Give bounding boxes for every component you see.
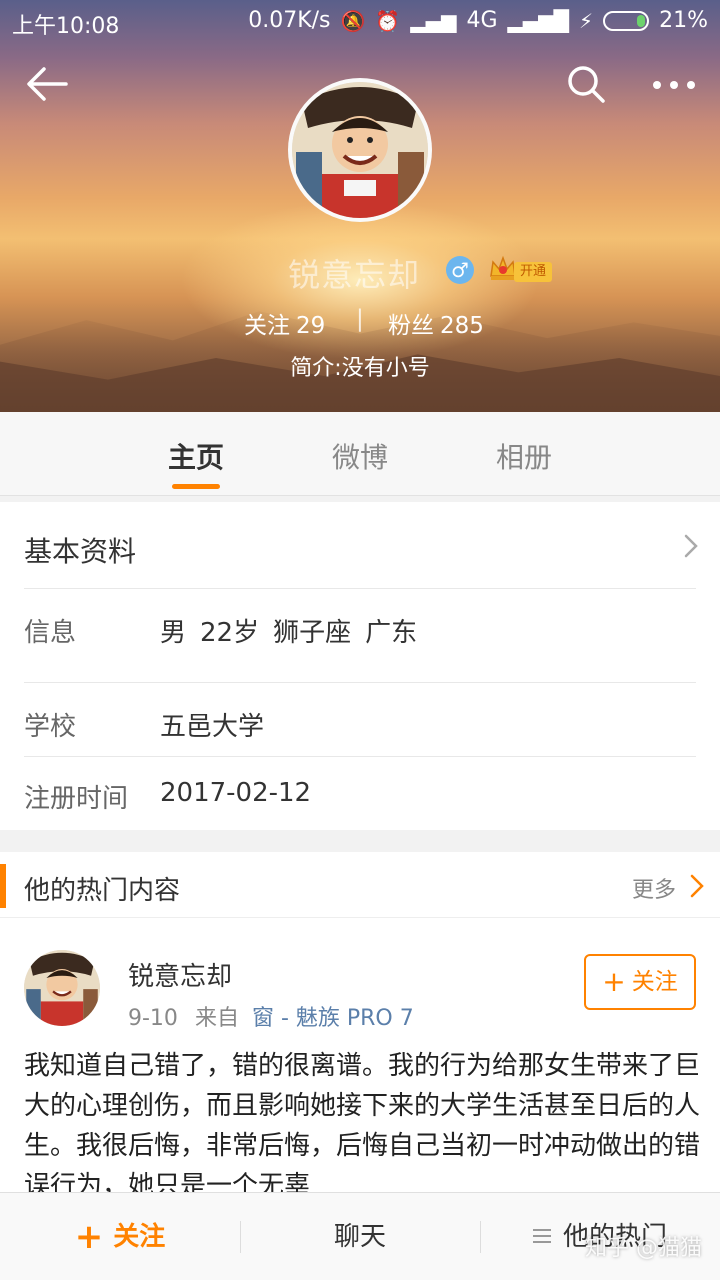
back-icon[interactable] [26,66,68,102]
charging-icon: ⚡ [579,8,594,33]
signal-icon: ▂▄▆█ [507,8,570,33]
fans-stat[interactable]: 粉丝 285 [388,306,484,340]
post-follow-label: 关注 [631,969,678,995]
status-time: 上午10:08 [12,14,120,39]
post-text[interactable]: 我知道自己错了，错的很离谱。我的行为给那女生带来了巨大的心理创伤，而且影响她接下… [24,1046,704,1206]
mute-icon: 🔕 [340,8,366,33]
status-right: 0.07K/s 🔕 ⏰ ▂▄▆ 4G ▂▄▆█ ⚡ 21% [248,8,708,33]
register-date-label: 注册时间 [24,784,129,814]
following-label: 关注 [244,313,290,339]
chevron-right-icon [684,534,698,558]
following-stat[interactable]: 关注 29 [244,306,325,340]
network-type: 4G [466,8,498,33]
active-tab-indicator [172,484,220,489]
avatar[interactable] [288,78,432,222]
hot-post[interactable]: 锐意忘却 9-10 来自 窗 - 魅族 PRO 7 + 关注 我知道自己错了，错的… [0,918,720,1201]
search-icon[interactable] [566,64,606,104]
male-icon: ♂ [446,256,474,284]
battery-percent: 21% [659,8,708,33]
post-date: 9-10 [128,1006,178,1031]
fans-label: 粉丝 [388,313,434,339]
post-avatar[interactable] [24,950,100,1026]
region-value: 广东 [365,618,418,648]
follow-button[interactable]: + 关注 [0,1193,240,1280]
profile-header: 上午10:08 0.07K/s 🔕 ⏰ ▂▄▆ 4G ▂▄▆█ ⚡ 21% 锐意… [0,0,720,412]
more-icon[interactable] [652,80,696,90]
signal-hd-icon: ▂▄▆ [410,8,457,33]
follow-label: 关注 [113,1222,166,1252]
bio: 简介:没有小号 [290,356,430,381]
hot-content-header[interactable]: 他的热门内容 更多 [0,852,720,918]
battery-icon [603,10,650,31]
basic-info-card: 基本资料 信息 男 22岁 狮子座 广东 学校 五邑大学 注册时间 2017-02-1… [0,502,720,830]
profile-tabs: 主页 微博 相册 [0,412,720,496]
gender-value: 男 [160,618,187,648]
chat-button[interactable]: 聊天 [240,1193,480,1280]
school-label: 学校 [24,712,77,742]
info-values: 男 22岁 狮子座 广东 [160,612,431,649]
age-value: 22岁 [200,618,260,648]
register-date-value: 2017-02-12 [160,778,312,808]
tab-weibo[interactable]: 微博 [332,436,388,476]
divider [24,682,696,683]
network-speed: 0.07K/s [248,8,331,33]
hot-content-title: 他的热门内容 [24,876,181,906]
watermark: 知乎 @猫猫 [585,1236,702,1261]
status-bar: 上午10:08 0.07K/s 🔕 ⏰ ▂▄▆ 4G ▂▄▆█ ⚡ 21% [0,0,720,40]
following-count: 29 [296,313,326,339]
divider [24,756,696,757]
username: 锐意忘却 [288,256,421,294]
chevron-right-icon[interactable] [690,874,704,898]
school-value: 五邑大学 [160,712,265,742]
plus-icon: + [602,965,626,998]
basic-info-title: 基本资料 [24,535,137,568]
info-label: 信息 [24,618,77,648]
tab-album[interactable]: 相册 [496,436,552,476]
post-follow-button[interactable]: + 关注 [584,954,696,1010]
more-link[interactable]: 更多 [632,872,676,904]
post-from-label: 来自 [194,1006,239,1031]
post-author[interactable]: 锐意忘却 [128,956,232,993]
divider [24,588,696,589]
chat-label: 聊天 [333,1222,386,1252]
plus-icon: + [74,1217,104,1257]
name-row: 锐意忘却 ♂ 开通 [0,250,720,294]
stats-separator: | [356,306,364,332]
alarm-icon: ⏰ [375,8,401,33]
menu-icon [532,1229,551,1243]
post-meta: 9-10 来自 窗 - 魅族 PRO 7 [128,1000,414,1032]
section-accent-bar [0,864,6,908]
fans-count: 285 [440,313,484,339]
vip-open-badge[interactable]: 开通 [514,262,553,282]
zodiac-value: 狮子座 [273,618,352,648]
tab-home[interactable]: 主页 [168,436,224,476]
post-source[interactable]: 窗 - 魅族 PRO 7 [252,1006,414,1031]
